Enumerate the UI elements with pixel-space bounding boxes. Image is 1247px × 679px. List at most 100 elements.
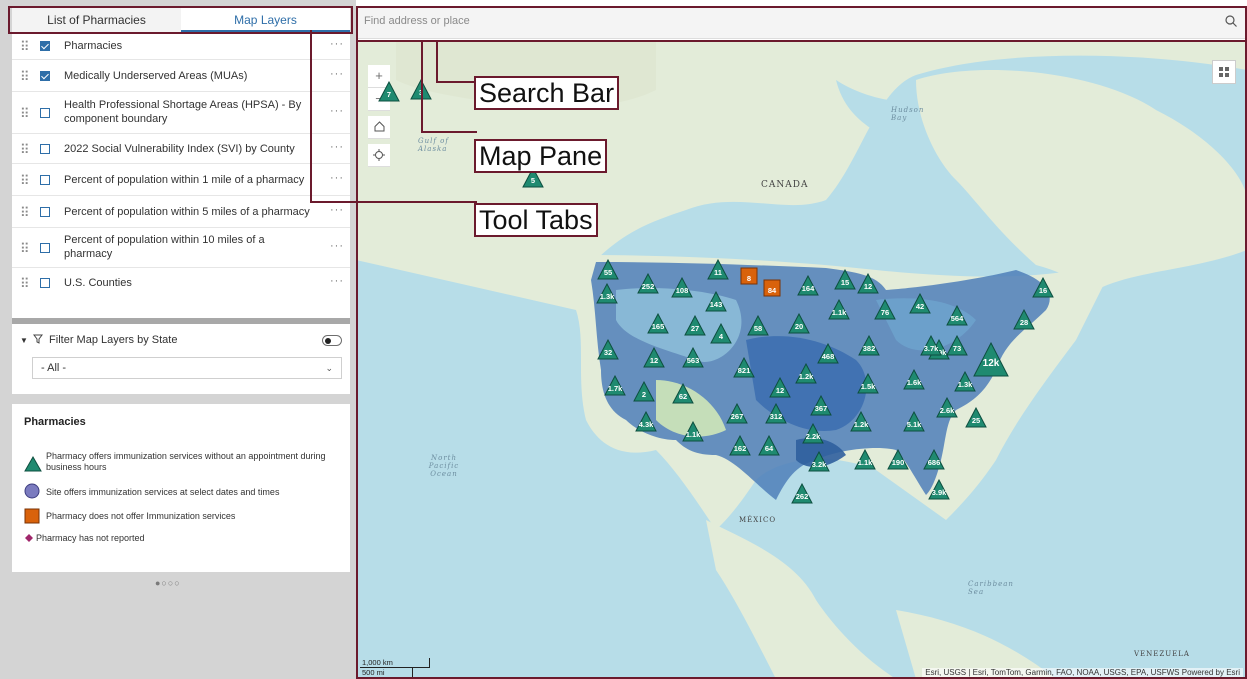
cluster-marker[interactable]: 25 [965, 406, 987, 429]
cluster-marker[interactable]: 1.7k [604, 374, 626, 397]
scale-km: 1,000 km [360, 658, 430, 668]
cluster-marker[interactable]: 143 [705, 290, 727, 313]
state-select[interactable]: - All - ⌄ [32, 357, 342, 379]
drag-handle-icon[interactable]: ⠿ [20, 39, 29, 55]
scale-bar: 1,000 km 500 mi [360, 658, 430, 677]
cluster-count: 5.1k [906, 420, 922, 430]
cluster-count: 1.2k [798, 372, 814, 382]
layer-label: Percent of population within 10 miles of… [64, 234, 265, 260]
cluster-marker[interactable]: 686 [923, 448, 945, 471]
cluster-marker[interactable]: 382 [858, 334, 880, 357]
filter-label: Filter Map Layers by State [49, 334, 178, 346]
cluster-marker[interactable]: 1.1k [682, 420, 704, 443]
layer-row-counties[interactable]: ⠿ U.S. Counties ··· [12, 268, 350, 298]
cluster-marker[interactable]: 12k [973, 341, 1009, 378]
layer-checkbox-counties[interactable] [40, 278, 50, 288]
cluster-marker[interactable]: 2.2k [802, 422, 824, 445]
tab-map-layers[interactable]: Map Layers [181, 8, 350, 32]
cluster-marker[interactable]: 1.6k [903, 368, 925, 391]
layer-label: Health Professional Shortage Areas (HPSA… [64, 99, 302, 125]
cluster-marker[interactable]: 42 [909, 292, 931, 315]
cluster-marker[interactable]: 3.9k [928, 478, 950, 501]
cluster-count: 12 [775, 386, 785, 396]
cluster-marker[interactable]: 468 [817, 342, 839, 365]
cluster-count: 76 [880, 308, 890, 318]
layer-checkbox-svi[interactable] [40, 144, 50, 154]
more-options-icon[interactable]: ··· [330, 275, 344, 287]
cluster-marker[interactable]: 165 [647, 312, 669, 335]
more-options-icon[interactable]: ··· [330, 240, 344, 252]
cluster-marker[interactable]: 2 [633, 380, 655, 403]
drag-handle-icon[interactable]: ⠿ [20, 142, 29, 158]
cluster-count: 1.1k [685, 430, 701, 440]
cluster-marker[interactable]: 252 [637, 272, 659, 295]
cluster-marker[interactable]: 367 [810, 394, 832, 417]
cluster-marker[interactable]: 73 [946, 334, 968, 357]
cluster-marker[interactable]: 108 [671, 276, 693, 299]
layer-checkbox-10mile[interactable] [40, 243, 50, 253]
cluster-count: 686 [927, 458, 941, 468]
cluster-marker[interactable]: 1.1k [828, 298, 850, 321]
cluster-marker[interactable]: 5.1k [903, 410, 925, 433]
cluster-marker[interactable]: 12 [643, 346, 665, 369]
cluster-marker[interactable]: 267 [726, 402, 748, 425]
cluster-marker[interactable]: 20 [788, 312, 810, 335]
cluster-marker[interactable]: 190 [887, 448, 909, 471]
pagination-dots[interactable]: ●○○○ [155, 578, 181, 588]
cluster-count: 62 [678, 392, 688, 402]
drag-handle-icon[interactable]: ⠿ [20, 276, 29, 292]
cluster-marker[interactable]: 1.2k [795, 362, 817, 385]
cluster-marker[interactable]: 55 [597, 258, 619, 281]
cluster-marker[interactable]: 162 [729, 434, 751, 457]
cluster-marker[interactable]: 312 [765, 402, 787, 425]
cluster-marker[interactable]: 1.2k [850, 410, 872, 433]
cluster-marker[interactable]: 27 [684, 314, 706, 337]
cluster-marker[interactable]: 8 [738, 265, 760, 287]
basemap-gallery-button[interactable] [1212, 60, 1236, 84]
cluster-marker[interactable]: 12 [769, 376, 791, 399]
layer-checkbox-mua[interactable] [40, 71, 50, 81]
layer-checkbox-5mile[interactable] [40, 207, 50, 217]
cluster-marker[interactable]: 1.1k [854, 448, 876, 471]
cluster-marker[interactable]: 11 [707, 258, 729, 281]
cluster-marker[interactable]: 3.7k [920, 334, 942, 357]
cluster-marker[interactable]: 1.3k [954, 370, 976, 393]
cluster-marker[interactable]: 262 [791, 482, 813, 505]
map-attribution[interactable]: Esri, USGS | Esri, TomTom, Garmin, FAO, … [922, 668, 1243, 677]
cluster-marker[interactable]: 15 [834, 268, 856, 291]
layer-row-10mile[interactable]: ⠿ Percent of population within 10 miles … [12, 228, 350, 268]
cluster-marker[interactable]: 4.3k [635, 410, 657, 433]
cluster-marker[interactable]: 58 [747, 314, 769, 337]
cluster-marker[interactable]: 1.5k [857, 372, 879, 395]
layer-checkbox-pharmacies[interactable] [40, 41, 50, 51]
cluster-marker[interactable]: 28 [1013, 308, 1035, 331]
caret-down-icon[interactable]: ▼ [20, 336, 28, 345]
drag-handle-icon[interactable]: ⠿ [20, 241, 29, 257]
cluster-marker[interactable]: 563 [682, 346, 704, 369]
cluster-marker[interactable]: 1.3k [596, 282, 618, 305]
cluster-marker[interactable]: 84 [761, 277, 783, 299]
filter-header[interactable]: ▼ Filter Map Layers by State [20, 334, 177, 346]
layer-checkbox-1mile[interactable] [40, 175, 50, 185]
drag-handle-icon[interactable]: ⠿ [20, 173, 29, 189]
cluster-marker[interactable]: 2.6k [936, 396, 958, 419]
cluster-marker[interactable]: 564 [946, 304, 968, 327]
cluster-marker[interactable]: 76 [874, 298, 896, 321]
drag-handle-icon[interactable]: ⠿ [20, 205, 29, 221]
cluster-marker[interactable]: 3.2k [808, 450, 830, 473]
cluster-count: 73 [952, 344, 962, 354]
cluster-marker[interactable]: 16 [1032, 276, 1054, 299]
cluster-marker[interactable]: 32 [597, 338, 619, 361]
cluster-marker[interactable]: 164 [797, 274, 819, 297]
cluster-marker[interactable]: 64 [758, 434, 780, 457]
drag-handle-icon[interactable]: ⠿ [20, 69, 29, 85]
cluster-marker[interactable]: 821 [733, 356, 755, 379]
cluster-marker[interactable]: 62 [672, 382, 694, 405]
cluster-marker[interactable]: 4 [710, 322, 732, 345]
cluster-marker[interactable]: 12 [857, 272, 879, 295]
search-icon[interactable] [1225, 15, 1237, 27]
tab-list-of-pharmacies[interactable]: List of Pharmacies [12, 8, 181, 32]
filter-toggle[interactable] [322, 335, 342, 346]
drag-handle-icon[interactable]: ⠿ [20, 106, 29, 122]
layer-checkbox-hpsa[interactable] [40, 108, 50, 118]
